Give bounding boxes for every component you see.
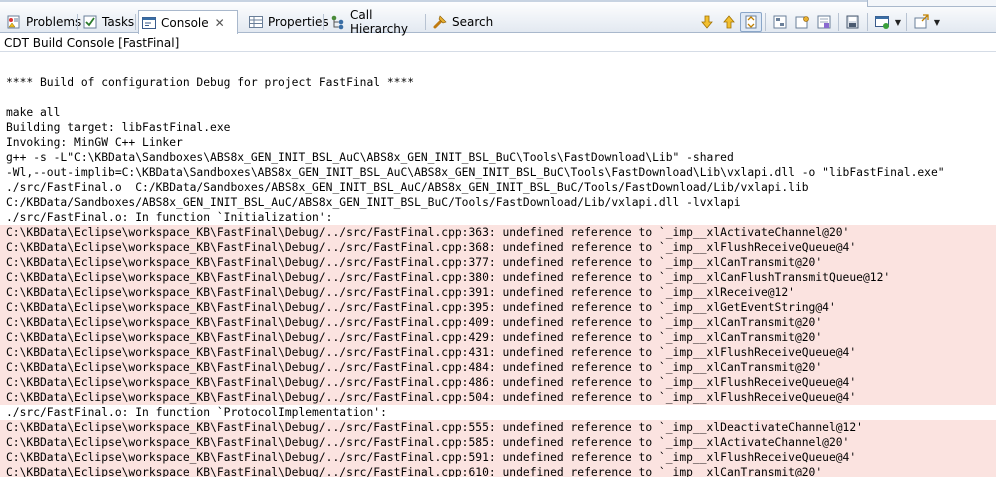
tab-separator: [135, 14, 136, 30]
output-line: **** Build of configuration Debug for pr…: [6, 76, 415, 89]
error-line: C:\KBData\Eclipse\workspace_KB\FastFinal…: [0, 315, 996, 330]
error-line: C:\KBData\Eclipse\workspace_KB\FastFinal…: [0, 300, 996, 315]
error-line: C:\KBData\Eclipse\workspace_KB\FastFinal…: [0, 465, 996, 477]
error-line: C:\KBData\Eclipse\workspace_KB\FastFinal…: [0, 255, 996, 270]
scroll-up-icon: [721, 14, 737, 30]
tab-label: Call Hierarchy: [350, 8, 409, 36]
tab-separator: [323, 14, 324, 30]
pin-console-icon: [794, 14, 810, 30]
tab-separator: [425, 14, 426, 30]
chevron-down-icon[interactable]: ▼: [932, 12, 942, 32]
error-line: C:\KBData\Eclipse\workspace_KB\FastFinal…: [0, 240, 996, 255]
console-icon: [141, 15, 157, 31]
console-title: CDT Build Console [FastFinal]: [0, 34, 996, 52]
pin-console-button[interactable]: [791, 12, 813, 32]
properties-icon: [248, 14, 264, 30]
error-line: C:\KBData\Eclipse\workspace_KB\FastFinal…: [0, 360, 996, 375]
error-line: C:\KBData\Eclipse\workspace_KB\FastFinal…: [0, 420, 996, 435]
tab-label: Problems: [26, 15, 82, 29]
problems-icon: [6, 14, 22, 30]
tab-call-hierarchy[interactable]: Call Hierarchy: [328, 8, 426, 36]
call-hierarchy-icon: [330, 14, 346, 30]
close-icon[interactable]: ✕: [215, 16, 225, 30]
toolbar-separator: [867, 13, 868, 31]
view-menu-area: [867, 0, 996, 7]
tab-label: Properties: [268, 15, 329, 29]
error-line: C:\KBData\Eclipse\workspace_KB\FastFinal…: [0, 435, 996, 450]
copy-build-log-button[interactable]: [842, 12, 864, 32]
error-line: C:\KBData\Eclipse\workspace_KB\FastFinal…: [0, 375, 996, 390]
toolbar-separator: [906, 13, 907, 31]
tab-properties[interactable]: Properties: [246, 11, 329, 33]
console-toolbar: ▼ ▼: [696, 12, 942, 32]
output-line: make all: [6, 106, 61, 119]
output-line: g++ -s -L"C:\KBData\Sandboxes\ABS8x_GEN_…: [6, 151, 734, 164]
error-line: C:\KBData\Eclipse\workspace_KB\FastFinal…: [0, 330, 996, 345]
error-line: C:\KBData\Eclipse\workspace_KB\FastFinal…: [0, 285, 996, 300]
scroll-lock-button[interactable]: [740, 12, 762, 32]
tab-problems[interactable]: Problems: [4, 11, 82, 33]
tab-tasks[interactable]: Tasks: [80, 11, 136, 33]
display-selected-console-icon: [874, 14, 890, 30]
error-line: C:\KBData\Eclipse\workspace_KB\FastFinal…: [0, 225, 996, 240]
chevron-down-icon[interactable]: ▼: [893, 12, 903, 32]
tab-label: Tasks: [102, 15, 135, 29]
clear-console-button[interactable]: [813, 12, 835, 32]
tab-console[interactable]: Console ✕: [138, 10, 238, 34]
show-console-stdout-icon: [772, 14, 788, 30]
tab-separator: [77, 14, 78, 30]
output-line: -Wl,--out-implib=C:\KBData\Sandboxes\ABS…: [6, 166, 945, 179]
open-console-icon: [913, 14, 929, 30]
console-output[interactable]: **** Build of configuration Debug for pr…: [0, 53, 996, 477]
scroll-down-button[interactable]: [696, 12, 718, 32]
output-line: ./src/FastFinal.o: In function `Initiali…: [6, 211, 333, 224]
error-line: C:\KBData\Eclipse\workspace_KB\FastFinal…: [0, 345, 996, 360]
scroll-lock-icon: [743, 14, 759, 30]
copy-build-log-icon: [845, 14, 861, 30]
scroll-up-button[interactable]: [718, 12, 740, 32]
error-line: C:\KBData\Eclipse\workspace_KB\FastFinal…: [0, 270, 996, 285]
output-line: Building target: libFastFinal.exe: [6, 121, 231, 134]
search-icon: [432, 14, 448, 30]
show-stdout-button[interactable]: [769, 12, 791, 32]
output-line: C:/KBData/Sandboxes/ABS8x_GEN_INIT_BSL_A…: [6, 196, 741, 209]
tasks-icon: [82, 14, 98, 30]
scroll-down-icon: [699, 14, 715, 30]
view-tab-bar: Problems Tasks Console ✕ Properties Call…: [0, 0, 996, 36]
toolbar-separator: [838, 13, 839, 31]
tab-bar-top-border: [0, 0, 996, 2]
error-line: C:\KBData\Eclipse\workspace_KB\FastFinal…: [0, 450, 996, 465]
output-line: ./src/FastFinal.o: In function `Protocol…: [6, 406, 387, 419]
error-line: C:\KBData\Eclipse\workspace_KB\FastFinal…: [0, 390, 996, 405]
clear-console-icon: [816, 14, 832, 30]
output-line: ./src/FastFinal.o C:/KBData/Sandboxes/AB…: [6, 181, 809, 194]
output-line: Invoking: MinGW C++ Linker: [6, 136, 183, 149]
tab-search[interactable]: Search: [430, 11, 494, 33]
tab-label: Console: [161, 15, 209, 30]
toolbar-separator: [765, 13, 766, 31]
display-selected-console-button[interactable]: [871, 12, 893, 32]
open-console-button[interactable]: [910, 12, 932, 32]
tab-label: Search: [452, 15, 494, 29]
